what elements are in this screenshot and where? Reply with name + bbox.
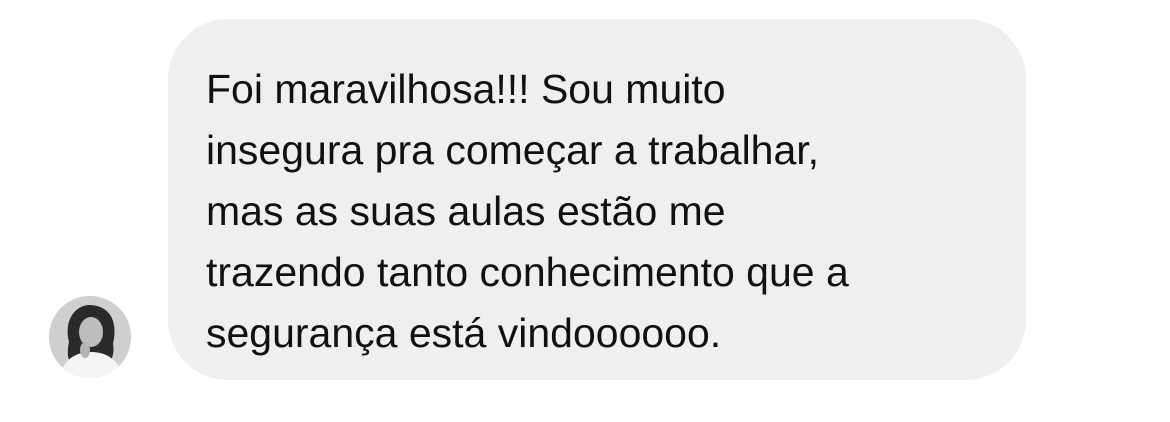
message-bubble[interactable]: Foi maravilhosa!!! Sou muito insegura pr…: [168, 19, 1026, 380]
sender-avatar[interactable]: [49, 296, 131, 378]
avatar-photo-icon: [49, 296, 131, 378]
message-text: Foi maravilhosa!!! Sou muito insegura pr…: [206, 66, 849, 356]
